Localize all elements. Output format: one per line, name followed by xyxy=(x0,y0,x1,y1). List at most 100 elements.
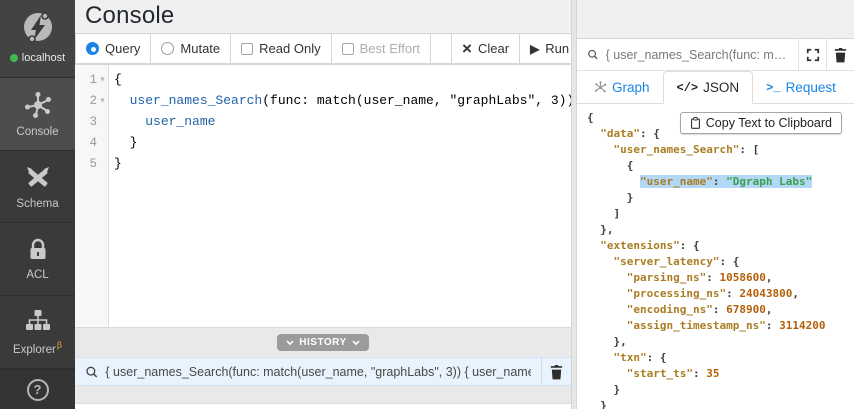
search-icon xyxy=(588,49,598,60)
code-line: } xyxy=(114,135,138,150)
tab-graph[interactable]: Graph xyxy=(581,71,663,104)
copy-to-clipboard-button[interactable]: Copy Text to Clipboard xyxy=(679,112,842,134)
history-entry[interactable]: { user_names_Search(func: match(user_nam… xyxy=(75,358,541,385)
dgraph-logo-icon xyxy=(18,8,58,48)
history-strip: HISTORY xyxy=(75,327,571,357)
history-entry-text: { user_names_Search(func: match(user_nam… xyxy=(105,364,531,379)
code-line: "txn": { xyxy=(613,351,667,364)
history-entry-row: { user_names_Search(func: match(user_nam… xyxy=(75,357,571,386)
sidebar-item-label: ACL xyxy=(26,269,49,282)
mutate-radio[interactable]: Mutate xyxy=(151,33,232,64)
code-line: } xyxy=(114,156,122,171)
checkbox-icon xyxy=(341,42,354,55)
tab-json[interactable]: </> JSON xyxy=(662,71,754,104)
radio-unselected-icon xyxy=(161,42,175,55)
page-title: Console xyxy=(85,2,175,29)
code-line: }, xyxy=(613,335,627,348)
radio-selected-icon xyxy=(86,42,99,55)
code-line: } xyxy=(613,383,621,396)
clear-button[interactable]: × Clear xyxy=(452,33,521,64)
tab-request[interactable]: >_ Request xyxy=(753,71,849,104)
search-icon xyxy=(86,366,98,378)
code-line: } xyxy=(600,399,607,409)
sidebar-item-label: Schema xyxy=(16,197,59,210)
console-graph-icon xyxy=(23,90,53,120)
main-panel: Console Query Mutate Read Only Best Effo… xyxy=(75,0,581,409)
code-line: user_names_Search(func: match(user_name,… xyxy=(129,93,571,108)
history-delete-button[interactable] xyxy=(541,358,571,385)
sidebar-item-server[interactable]: localhost xyxy=(0,0,75,78)
json-response-area: { "data": { "user_names_Search": [ { "us… xyxy=(577,104,854,409)
results-delete-button[interactable] xyxy=(826,39,854,70)
code-icon: </> xyxy=(676,80,699,95)
results-search-input[interactable]: { user_names_Search(func: match(... xyxy=(577,39,798,70)
code-line: }, xyxy=(600,223,614,236)
fullscreen-icon xyxy=(806,48,819,61)
code-line: "start_ts": 35 xyxy=(626,367,720,380)
history-next-row[interactable] xyxy=(75,403,571,409)
server-status-dot xyxy=(9,54,18,62)
gutter-line-number: 4 xyxy=(89,135,97,150)
code-line: "assign_timestamp_ns": 3114200 xyxy=(626,319,826,332)
sitemap-icon xyxy=(24,308,52,334)
code-line: "extensions": { xyxy=(600,239,700,252)
chevron-down-icon xyxy=(352,339,360,345)
code-line: { xyxy=(114,72,122,87)
help-icon: ? xyxy=(26,378,49,401)
sidebar: localhost Console Schema ACL Explorerβ ? xyxy=(0,0,75,409)
chevron-down-icon xyxy=(286,339,294,345)
query-editor[interactable]: 1 ▾ 2 ▾ 3 4 5 { user_names_Search(func: match(… xyxy=(75,64,571,327)
sidebar-item-label: Console xyxy=(16,125,59,138)
code-line: "user_name": "Dgraph Labs" xyxy=(639,175,813,188)
gutter-line-number: 3 xyxy=(89,114,97,129)
results-tabs: Graph </> JSON >_ Request xyxy=(577,71,854,104)
sidebar-item-console[interactable]: Console xyxy=(0,77,75,151)
code-line: { xyxy=(626,159,634,172)
gutter-line-number[interactable]: 2 ▾ xyxy=(75,90,108,111)
editor-gutter: 1 ▾ 2 ▾ 3 4 5 xyxy=(75,65,109,327)
code-line: "parsing_ns": 1058600, xyxy=(626,271,773,284)
results-header-gap xyxy=(577,0,854,38)
fold-arrow-icon[interactable]: ▾ xyxy=(97,74,108,85)
results-panel: { user_names_Search(func: match(... Grap… xyxy=(577,0,854,409)
code-line: "user_names_Search": [ xyxy=(613,143,760,156)
sidebar-item-label: Explorerβ xyxy=(12,340,62,357)
play-icon: ▶ xyxy=(530,41,540,56)
results-search-value: { user_names_Search(func: match(... xyxy=(605,47,790,62)
history-toggle[interactable]: HISTORY xyxy=(277,334,369,351)
fullscreen-button[interactable] xyxy=(798,39,826,70)
sidebar-item-explorer[interactable]: Explorerβ xyxy=(0,296,75,370)
server-label: localhost xyxy=(21,52,66,64)
read-only-checkbox[interactable]: Read Only xyxy=(231,33,332,64)
trash-icon xyxy=(834,47,847,62)
beta-badge: β xyxy=(56,340,62,351)
query-toolbar: Query Mutate Read Only Best Effort × Cle… xyxy=(75,33,581,64)
best-effort-checkbox[interactable]: Best Effort xyxy=(331,33,432,64)
toolbar-spacer xyxy=(431,33,453,64)
terminal-icon: >_ xyxy=(766,80,781,95)
history-gap xyxy=(75,386,571,403)
code-line: } xyxy=(626,191,634,204)
gutter-line-number[interactable]: 1 ▾ xyxy=(75,69,108,90)
sidebar-item-schema[interactable]: Schema xyxy=(0,151,75,224)
schema-tools-icon xyxy=(24,164,52,192)
results-search-row: { user_names_Search(func: match(... xyxy=(577,38,854,71)
lock-icon xyxy=(25,237,51,263)
code-line: "server_latency": { xyxy=(613,255,740,268)
sidebar-item-acl[interactable]: ACL xyxy=(0,223,75,297)
fold-arrow-icon[interactable]: ▾ xyxy=(97,95,108,106)
code-line: "encoding_ns": 678900, xyxy=(626,303,773,316)
checkbox-icon xyxy=(241,42,254,55)
gutter-line-number: 5 xyxy=(89,156,97,171)
json-output: { "data": { "user_names_Search": [ { "us… xyxy=(587,110,854,409)
editor-code: { user_names_Search(func: match(user_nam… xyxy=(109,65,571,327)
code-line: ] xyxy=(613,207,621,220)
close-icon: × xyxy=(462,39,472,58)
clipboard-icon xyxy=(690,117,700,129)
sidebar-item-help[interactable]: ? xyxy=(0,369,75,409)
code-line: "processing_ns": 24043800, xyxy=(626,287,799,300)
graph-icon xyxy=(594,81,607,93)
code-line: user_name xyxy=(145,114,216,129)
query-radio[interactable]: Query xyxy=(75,33,152,64)
trash-icon xyxy=(550,364,563,379)
